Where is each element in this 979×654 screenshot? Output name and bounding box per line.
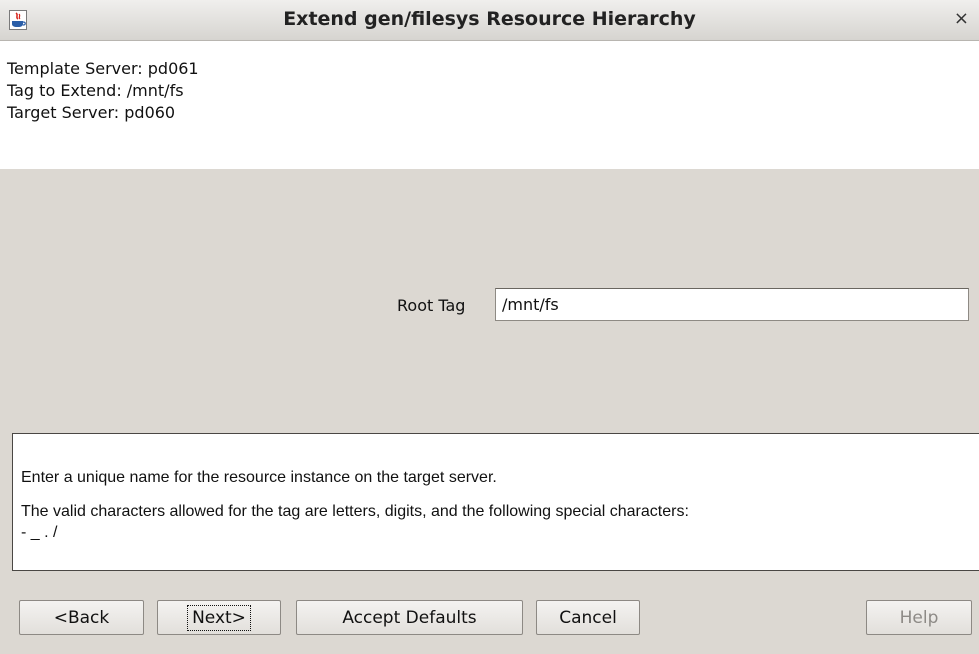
form-panel: Root Tag xyxy=(0,169,979,433)
root-tag-label: Root Tag xyxy=(397,296,466,315)
info-panel: Template Server: pd061 Tag to Extend: /m… xyxy=(0,41,979,169)
help-text-line: Enter a unique name for the resource ins… xyxy=(21,469,497,486)
next-button-label: Next> xyxy=(187,604,251,631)
next-button[interactable]: Next> xyxy=(157,600,281,635)
back-button[interactable]: <Back xyxy=(19,600,144,635)
template-server-label: Template Server: pd061 xyxy=(7,59,199,78)
close-icon[interactable]: × xyxy=(954,8,969,29)
title-bar: Extend gen/filesys Resource Hierarchy × xyxy=(0,0,979,41)
cancel-button[interactable]: Cancel xyxy=(536,600,640,635)
tag-to-extend-label: Tag to Extend: /mnt/fs xyxy=(7,81,184,100)
help-text-line: The valid characters allowed for the tag… xyxy=(21,503,689,520)
help-text-panel: Enter a unique name for the resource ins… xyxy=(12,433,979,571)
window-title: Extend gen/filesys Resource Hierarchy xyxy=(283,8,696,30)
help-button[interactable]: Help xyxy=(866,600,972,635)
accept-defaults-button[interactable]: Accept Defaults xyxy=(296,600,523,635)
root-tag-input[interactable] xyxy=(495,288,969,321)
target-server-label: Target Server: pd060 xyxy=(7,103,176,122)
help-text-line: - _ . / xyxy=(21,524,58,541)
